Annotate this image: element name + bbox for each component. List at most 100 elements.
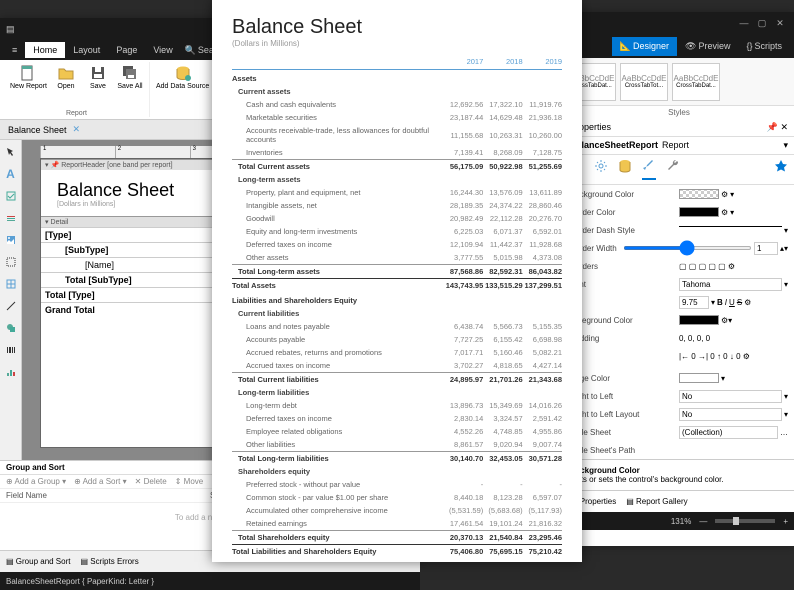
shape-tool[interactable] xyxy=(3,320,19,336)
properties-window: — ▢ ✕ 📐Designer 👁Preview {}Scripts AaBbC… xyxy=(564,12,794,546)
move-button[interactable]: ⇕ Move xyxy=(175,477,204,486)
scripts-mode-tab[interactable]: {}Scripts xyxy=(738,37,790,55)
brush-icon[interactable] xyxy=(642,159,656,180)
ribbon-tab-page[interactable]: Page xyxy=(108,42,145,58)
ruler-icon: 📐 xyxy=(620,41,631,52)
style-crosstab-data2[interactable]: AaBbCcDdECrossTabDat... xyxy=(672,63,720,101)
bordercolor-swatch[interactable] xyxy=(679,207,719,217)
picture-tool[interactable] xyxy=(3,232,19,248)
chevron-down-icon: ▾ xyxy=(783,140,788,151)
prop-borderdash-label: Border Dash Style xyxy=(570,226,679,235)
tab-report-gallery[interactable]: ▤ Report Gallery xyxy=(626,497,687,506)
fgcolor-swatch[interactable] xyxy=(679,315,719,325)
prop-rtl-layout-label: Right to Left Layout xyxy=(570,410,679,419)
prop-fgcolor-label: Foreground Color xyxy=(570,316,679,325)
rtl-input[interactable] xyxy=(679,390,782,403)
prop-pagecolor-label: Page Color xyxy=(570,374,679,383)
chart-tool[interactable] xyxy=(3,364,19,380)
table-tool[interactable] xyxy=(3,276,19,292)
prop-stylesheet-label: Style Sheet xyxy=(570,428,679,437)
save-button[interactable]: Save xyxy=(83,62,113,92)
fontsize-input[interactable] xyxy=(679,296,709,309)
borders-picker[interactable]: ▢ ▢ ▢ ▢ ▢ ⚙ xyxy=(679,262,788,271)
zoom-in-button[interactable]: + xyxy=(783,517,788,526)
prop-font-label: Font xyxy=(570,280,679,289)
rtl-layout-input[interactable] xyxy=(679,408,782,421)
zoom-value: 131% xyxy=(671,517,691,526)
close-button[interactable]: ✕ xyxy=(772,17,788,29)
pin-icon: 📌 xyxy=(51,161,60,169)
prop-rtl-label: Right to Left xyxy=(570,392,679,401)
bgcolor-swatch[interactable] xyxy=(679,189,719,199)
preview-mode-tab[interactable]: 👁Preview xyxy=(677,37,738,56)
strike-button[interactable]: S xyxy=(737,298,742,307)
zoom-out-button[interactable]: — xyxy=(699,517,707,526)
stylesheet-input[interactable] xyxy=(679,426,778,439)
collapse-icon: ▾ xyxy=(45,161,49,169)
font-input[interactable] xyxy=(679,278,782,291)
collapse-icon: ▾ xyxy=(45,218,49,226)
label-tool[interactable]: A xyxy=(3,166,19,182)
padding-arrows[interactable]: |← 0 →| 0 ↑ 0 ↓ 0 ⚙ xyxy=(679,352,788,361)
file-menu[interactable]: ≡ xyxy=(4,42,25,58)
gear-icon[interactable]: ⚙ xyxy=(721,190,728,199)
add-data-source-button[interactable]: Add Data Source xyxy=(154,62,211,92)
prop-bgcolor-label: Background Color xyxy=(570,190,679,199)
object-selector[interactable]: BalanceSheetReportReport▾ xyxy=(564,137,794,155)
underline-button[interactable]: U xyxy=(729,298,735,307)
wrench2-icon[interactable] xyxy=(666,159,680,180)
borderwidth-slider[interactable] xyxy=(623,246,752,250)
minimize-button[interactable]: — xyxy=(736,17,752,29)
close-tab-icon[interactable]: ✕ xyxy=(73,124,81,135)
borderwidth-input[interactable] xyxy=(754,242,778,255)
padding-value[interactable]: 0, 0, 0, 0 xyxy=(679,334,788,343)
delete-button[interactable]: ✕ Delete xyxy=(135,477,167,486)
prop-borders-label: Borders xyxy=(570,262,679,271)
ribbon-tab-view[interactable]: View xyxy=(145,42,180,58)
save-all-button[interactable]: Save All xyxy=(115,62,145,92)
statusbar-right: 131% — + xyxy=(564,512,794,530)
richtext-tool[interactable] xyxy=(3,210,19,226)
app-icon: ▤ xyxy=(6,24,15,35)
bold-button[interactable]: B xyxy=(717,298,723,307)
add-sort-button[interactable]: ⊕ Add a Sort ▾ xyxy=(74,477,127,486)
code-icon: {} xyxy=(746,41,752,51)
ribbon-tab-layout[interactable]: Layout xyxy=(65,42,108,58)
italic-button[interactable]: I xyxy=(725,298,727,307)
database-icon[interactable] xyxy=(618,159,632,180)
statusbar-left: BalanceSheetReport { PaperKind: Letter } xyxy=(0,572,420,590)
doc-subtitle: (Dollars in Millions) xyxy=(232,39,562,48)
eye-icon: 👁 xyxy=(685,41,696,52)
pin-icon[interactable]: 📌 ✕ xyxy=(767,122,788,133)
favorites-icon[interactable] xyxy=(774,159,788,180)
property-description: Background Color Gets or sets the contro… xyxy=(564,459,794,490)
styles-label: Styles xyxy=(564,106,794,119)
ribbon-group-report-label: Report xyxy=(66,110,87,117)
barcode-tool[interactable] xyxy=(3,342,19,358)
pointer-tool[interactable] xyxy=(3,144,19,160)
new-report-button[interactable]: New Report xyxy=(8,62,49,92)
styles-gallery: AaBbCcDdECrossTabDat... AaBbCcDdECrossTa… xyxy=(564,58,794,106)
designer-mode-tab[interactable]: 📐Designer xyxy=(612,37,677,56)
balance-sheet-table: 201720182019 AssetsCurrent assetsCash an… xyxy=(232,54,562,558)
open-button[interactable]: Open xyxy=(51,62,81,92)
pagecolor-swatch[interactable] xyxy=(679,373,719,383)
panel-tool[interactable] xyxy=(3,254,19,270)
ribbon-tab-home[interactable]: Home xyxy=(25,42,65,58)
maximize-button[interactable]: ▢ xyxy=(754,17,770,29)
prop-bordercolor-label: Border Color xyxy=(570,208,679,217)
search-icon: 🔍 xyxy=(185,45,196,56)
field-name-col: Field Name xyxy=(6,491,210,500)
add-group-button[interactable]: ⊕ Add a Group ▾ xyxy=(6,477,66,486)
prop-padding-label: Padding xyxy=(570,334,679,343)
style-crosstab-total[interactable]: AaBbCcDdECrossTabTot... xyxy=(620,63,668,101)
prop-stylesheet-path-label: Style Sheet's Path xyxy=(570,446,679,455)
toolbox: A xyxy=(0,140,22,460)
checkbox-tool[interactable] xyxy=(3,188,19,204)
balance-sheet-document: Balance Sheet (Dollars in Millions) 2017… xyxy=(212,0,582,562)
titlebar-right: — ▢ ✕ xyxy=(564,12,794,34)
gear-icon[interactable] xyxy=(594,159,608,180)
line-tool[interactable] xyxy=(3,298,19,314)
properties-panel: Properties📌 ✕ BalanceSheetReportReport▾ … xyxy=(564,119,794,490)
zoom-slider[interactable] xyxy=(715,519,775,523)
